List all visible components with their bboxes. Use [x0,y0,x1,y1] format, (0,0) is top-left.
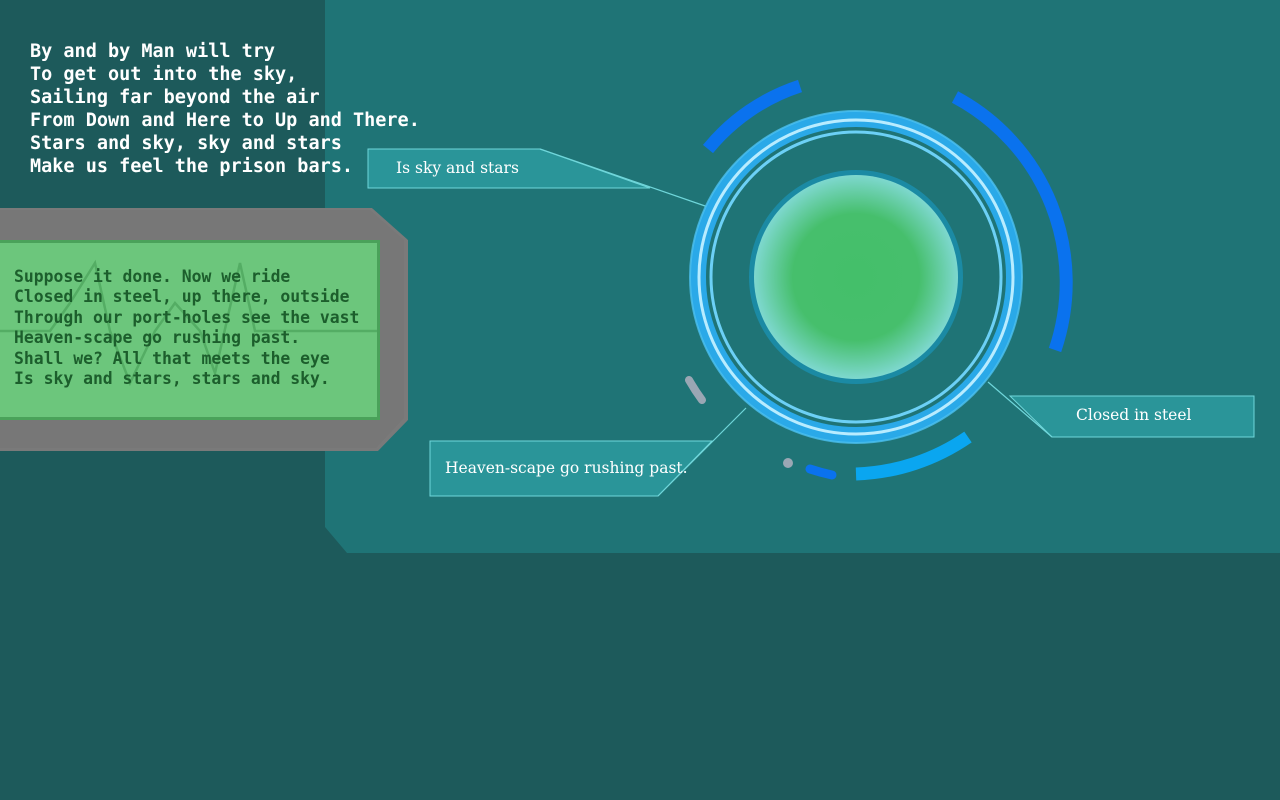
callout-lower-left [429,407,747,497]
callout-label-lower-left: Heaven-scape go rushing past. [445,459,688,477]
arc-left-grey [685,376,706,404]
callout-upper-left [367,148,709,208]
callout-label-upper-left: Is sky and stars [396,159,519,177]
green-orb [749,170,963,384]
arc-bottom-small [805,464,837,480]
hud-overlay [367,79,1255,497]
callout-label-right: Closed in steel [1076,406,1192,424]
dot-grey [783,458,793,468]
